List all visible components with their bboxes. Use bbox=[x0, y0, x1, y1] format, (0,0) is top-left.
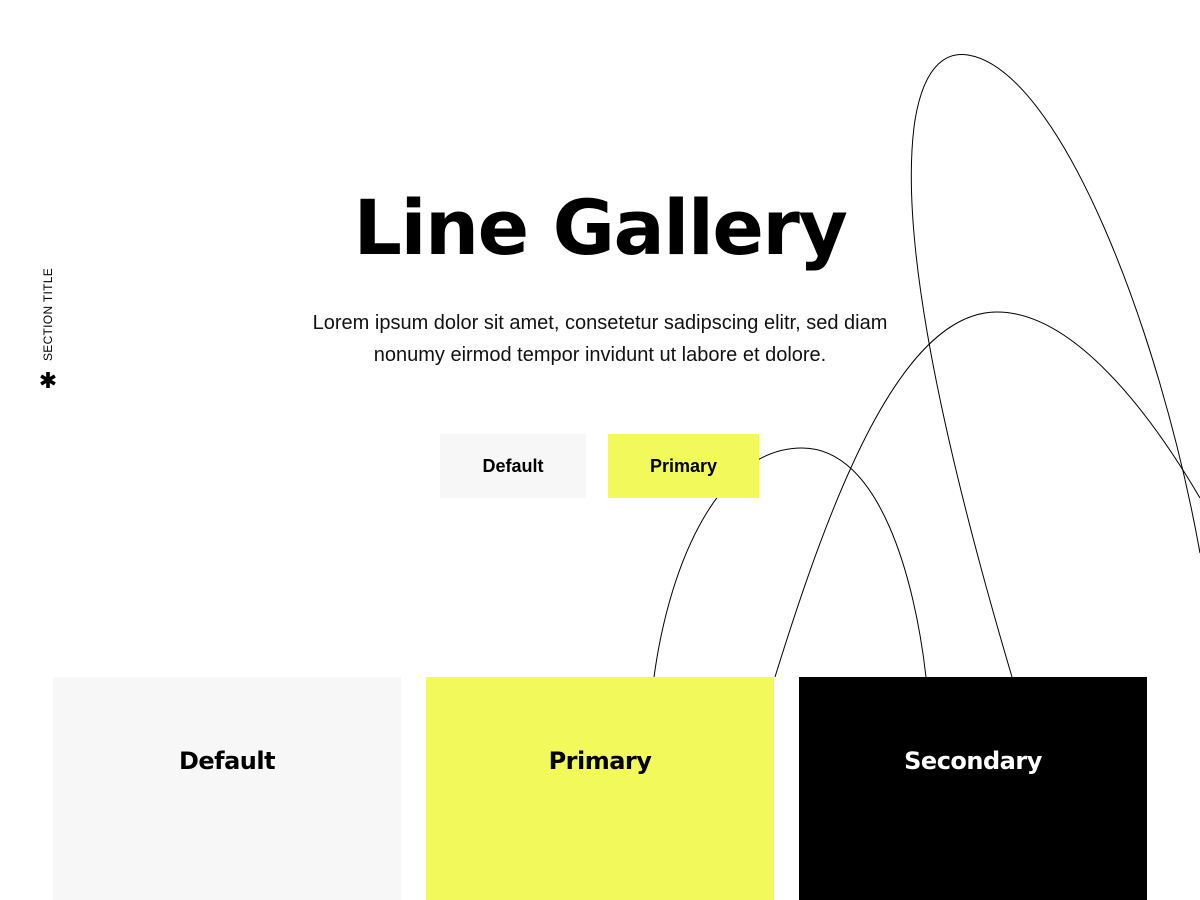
card-label: Default bbox=[178, 747, 276, 775]
card-label: Primary bbox=[548, 747, 652, 775]
section-title-label: SECTION TITLE bbox=[41, 268, 55, 362]
decorative-arc-large bbox=[910, 53, 1200, 678]
asterisk-icon bbox=[38, 370, 58, 390]
section-title: SECTION TITLE bbox=[38, 268, 58, 402]
card-primary[interactable]: Primary bbox=[426, 677, 774, 900]
primary-button[interactable]: Primary bbox=[608, 434, 759, 498]
page-title: Line Gallery bbox=[353, 183, 848, 272]
card-label: Secondary bbox=[904, 747, 1042, 775]
card-secondary[interactable]: Secondary bbox=[799, 677, 1147, 900]
hero-description: Lorem ipsum dolor sit amet, consetetur s… bbox=[312, 312, 888, 366]
default-button[interactable]: Default bbox=[440, 434, 586, 498]
card-default[interactable]: Default bbox=[53, 677, 401, 900]
